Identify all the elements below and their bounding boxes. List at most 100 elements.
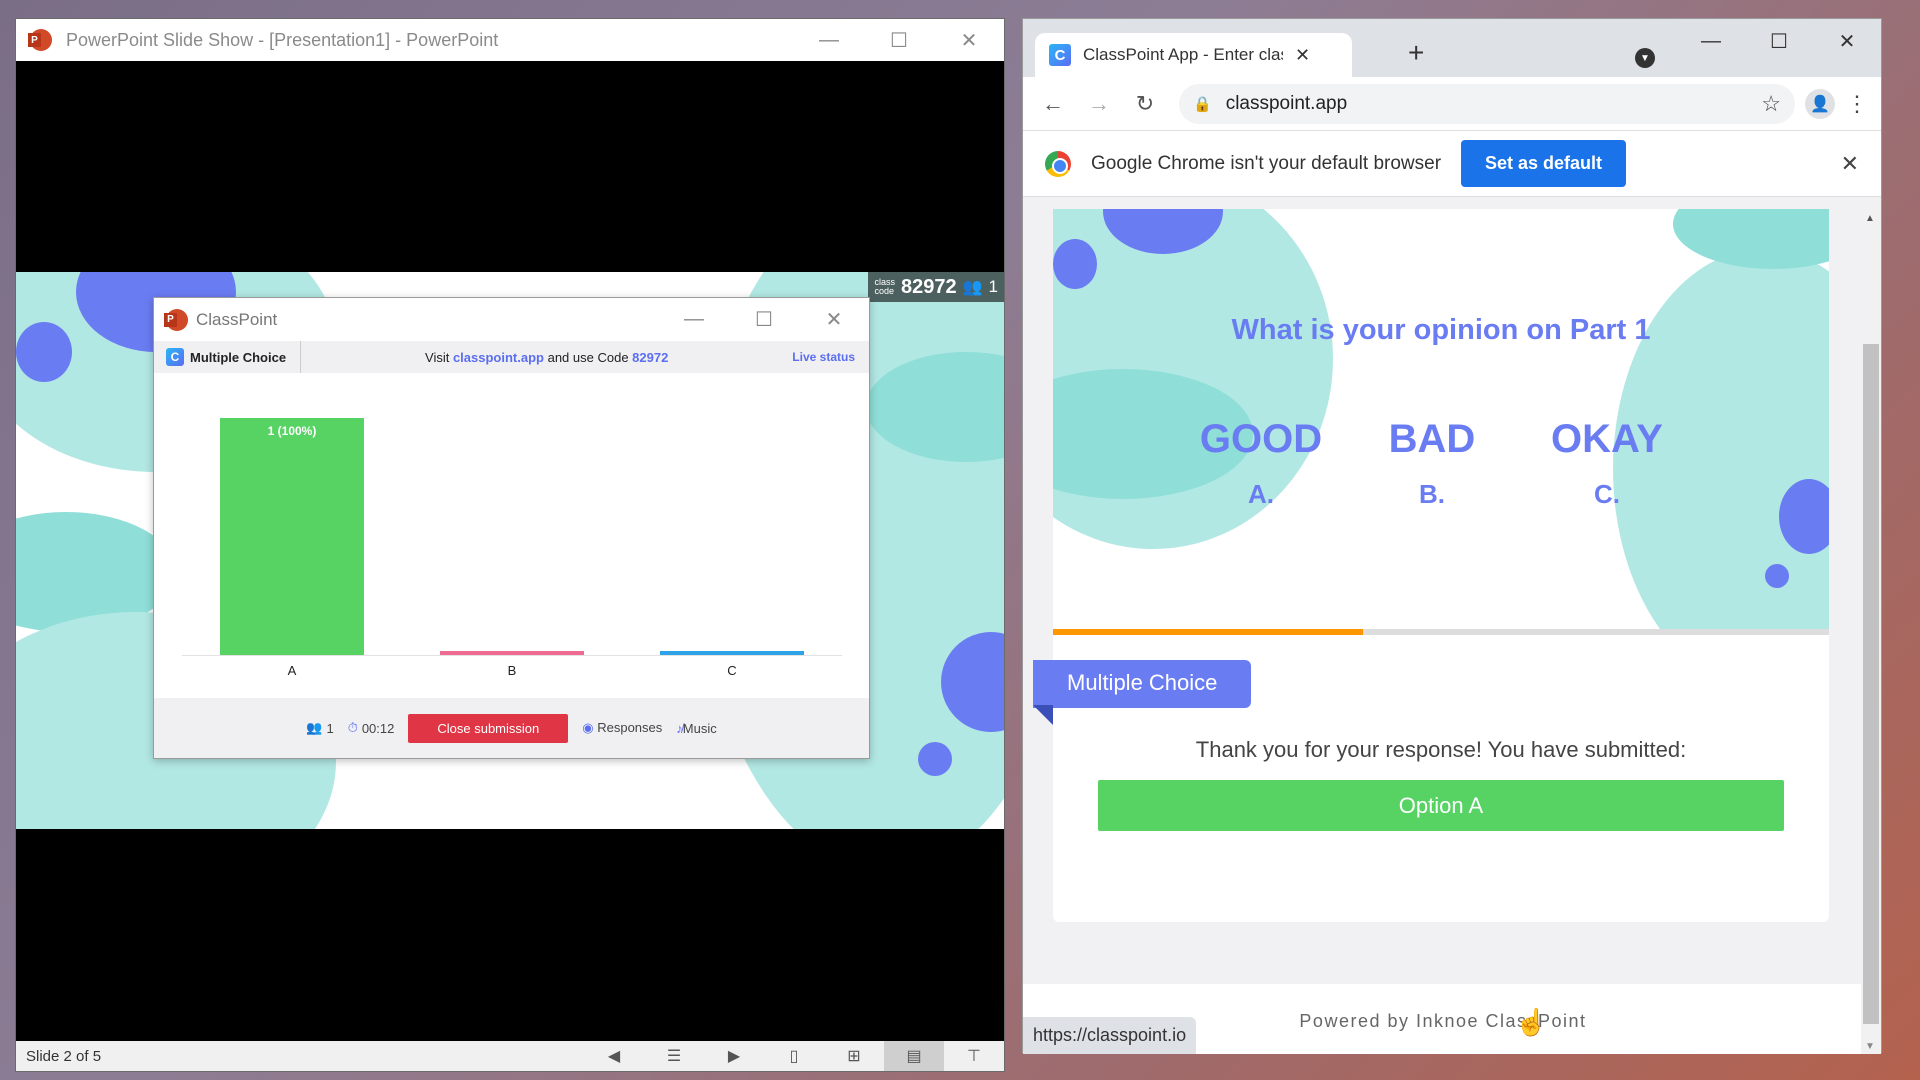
- slideshow-icon[interactable]: ⊤: [944, 1041, 1004, 1071]
- tab-search-icon[interactable]: ▼: [1635, 48, 1655, 68]
- close-button[interactable]: ✕: [799, 298, 869, 341]
- classpoint-link[interactable]: classpoint.app: [453, 350, 544, 365]
- minimize-button[interactable]: —: [659, 298, 729, 341]
- tab-title: ClassPoint App - Enter class code: [1083, 45, 1283, 64]
- notes-icon[interactable]: ☰: [644, 1041, 704, 1071]
- powerpoint-logo-icon: P: [28, 29, 52, 51]
- chart-bar-a: [220, 418, 364, 655]
- slide-letter-c: C.: [1594, 479, 1620, 509]
- slide-option-a: GOOD: [1199, 417, 1323, 461]
- profile-avatar-icon[interactable]: 👤: [1805, 88, 1835, 119]
- classpoint-footer: 👥 1 ⏱ 00:12 Close submission ◉ Responses…: [154, 698, 869, 758]
- maximize-button[interactable]: ☐: [864, 19, 934, 61]
- scroll-down-icon[interactable]: ▼: [1865, 1041, 1875, 1052]
- slide-sorter-icon[interactable]: ⊞: [824, 1041, 884, 1071]
- slide-question: What is your opinion on Part 1: [1231, 314, 1651, 346]
- forward-button[interactable]: →: [1081, 91, 1117, 117]
- slide-letter-b: B.: [1419, 479, 1445, 509]
- menu-icon[interactable]: ⋮: [1845, 91, 1869, 117]
- powerpoint-title-bar: P PowerPoint Slide Show - [Presentation1…: [16, 19, 1004, 61]
- close-button[interactable]: ✕: [1813, 19, 1881, 63]
- responses-label: Responses: [597, 720, 663, 735]
- reading-view-icon[interactable]: ▤: [884, 1041, 944, 1071]
- tab-close-button[interactable]: ✕: [1295, 45, 1310, 66]
- timer-icon: ⏱: [347, 720, 358, 735]
- question-type-tag: Multiple Choice: [1033, 660, 1252, 708]
- maximize-button[interactable]: ☐: [1745, 19, 1813, 63]
- chrome-window: C ClassPoint App - Enter class code ✕ + …: [1022, 18, 1882, 1054]
- slide-indicator: Slide 2 of 5: [26, 1047, 102, 1065]
- back-button[interactable]: ←: [1035, 91, 1071, 117]
- normal-view-icon[interactable]: ▯: [764, 1041, 824, 1071]
- default-browser-infobar: Google Chrome isn't your default browser…: [1023, 131, 1881, 197]
- slide-option-b: BAD: [1388, 417, 1476, 461]
- classpoint-info-bar: C Multiple Choice Visit classpoint.app a…: [154, 341, 869, 373]
- class-code: 82972: [632, 349, 669, 365]
- browser-toolbar: ← → ↻ 🔒 classpoint.app ☆ 👤 ⋮: [1023, 77, 1881, 131]
- page-content: What is your opinion on Part 1 GOOD BAD …: [1023, 209, 1863, 1054]
- reload-button[interactable]: ↻: [1127, 91, 1163, 117]
- address-bar[interactable]: 🔒 classpoint.app ☆: [1179, 83, 1795, 124]
- slide-decoration: [918, 742, 952, 776]
- slide-decoration: [1053, 239, 1097, 289]
- maximize-button[interactable]: ☐: [729, 298, 799, 341]
- chart-bar-c: [660, 651, 804, 655]
- chart-bar-b: [440, 651, 584, 655]
- new-tab-button[interactable]: +: [1408, 37, 1424, 69]
- status-url-bubble: https://classpoint.io: [1023, 1017, 1197, 1054]
- chart-data-label: 1 (100%): [268, 424, 317, 438]
- chart-category-label: B: [508, 663, 517, 678]
- set-as-default-button[interactable]: Set as default: [1461, 140, 1627, 187]
- scrollbar-thumb[interactable]: [1863, 344, 1879, 1024]
- slide-decoration: [16, 322, 72, 382]
- class-code-badge[interactable]: class code 82972 👥 1: [868, 272, 1004, 302]
- live-status-link[interactable]: Live status: [792, 350, 869, 364]
- close-button[interactable]: ✕: [934, 19, 1004, 61]
- question-type: C Multiple Choice: [154, 341, 302, 373]
- chart-category-label: C: [727, 663, 736, 678]
- eye-icon: ◉: [582, 720, 594, 735]
- participants-icon: 👥: [306, 720, 323, 735]
- responses-toggle[interactable]: ◉ Responses: [582, 720, 662, 736]
- minimize-button[interactable]: —: [794, 19, 864, 61]
- chrome-logo-icon: [1045, 150, 1071, 177]
- hand-cursor-icon: ☝: [1515, 1007, 1548, 1037]
- url-text[interactable]: classpoint.app: [1226, 93, 1748, 115]
- tab-strip: C ClassPoint App - Enter class code ✕ + …: [1023, 19, 1881, 77]
- music-toggle[interactable]: ♪̸Music: [676, 721, 716, 736]
- slide-decoration: [1765, 564, 1789, 588]
- class-code-value: 82972: [900, 275, 957, 298]
- scroll-up-icon[interactable]: ▲: [1865, 213, 1875, 224]
- participants-count: 1: [988, 277, 998, 296]
- tab-classpoint[interactable]: C ClassPoint App - Enter class code ✕: [1035, 33, 1352, 77]
- powerpoint-logo-icon: P: [164, 308, 188, 331]
- response-card: Multiple Choice Thank you for your respo…: [1033, 635, 1829, 922]
- next-slide-icon[interactable]: ▶: [704, 1041, 764, 1071]
- timer-value: 00:12: [361, 720, 395, 736]
- infobar-close-button[interactable]: ✕: [1841, 151, 1859, 177]
- classpoint-logo-icon: C: [166, 348, 184, 366]
- powerpoint-window-title: PowerPoint Slide Show - [Presentation1] …: [66, 29, 499, 50]
- thanks-message: Thank you for your response! You have su…: [1195, 737, 1687, 762]
- tag-fold: [1033, 705, 1053, 725]
- join-instructions: Visit classpoint.app and use Code 82972: [301, 350, 792, 365]
- class-code-label: code: [874, 286, 894, 296]
- results-chart-svg: 1 (100%) A B C: [182, 418, 842, 678]
- slide-option-c: OKAY: [1551, 417, 1663, 461]
- close-submission-button[interactable]: Close submission: [408, 713, 569, 743]
- visit-text: and use Code: [543, 349, 633, 365]
- visit-text: Visit: [425, 349, 453, 365]
- participants-count: 1: [326, 720, 334, 736]
- classpoint-dialog: P ClassPoint — ☐ ✕ C Multiple Choice Vis…: [153, 297, 870, 759]
- classpoint-favicon-icon: C: [1049, 44, 1071, 66]
- scrollbar[interactable]: ▲ ▼: [1861, 209, 1881, 1054]
- bookmark-star-icon[interactable]: ☆: [1761, 91, 1781, 117]
- infobar-message: Google Chrome isn't your default browser: [1091, 152, 1442, 174]
- music-label: Music: [682, 720, 717, 736]
- minimize-button[interactable]: —: [1677, 19, 1745, 63]
- classpoint-title-bar: P ClassPoint — ☐ ✕: [154, 298, 869, 341]
- slideshow-status-bar: Slide 2 of 5 ◀ ☰ ▶ ▯ ⊞ ▤ ⊤: [16, 1041, 1004, 1071]
- submitted-option: Option A: [1098, 780, 1784, 831]
- previous-slide-icon[interactable]: ◀: [584, 1041, 644, 1071]
- slide-letter-a: A.: [1248, 479, 1274, 509]
